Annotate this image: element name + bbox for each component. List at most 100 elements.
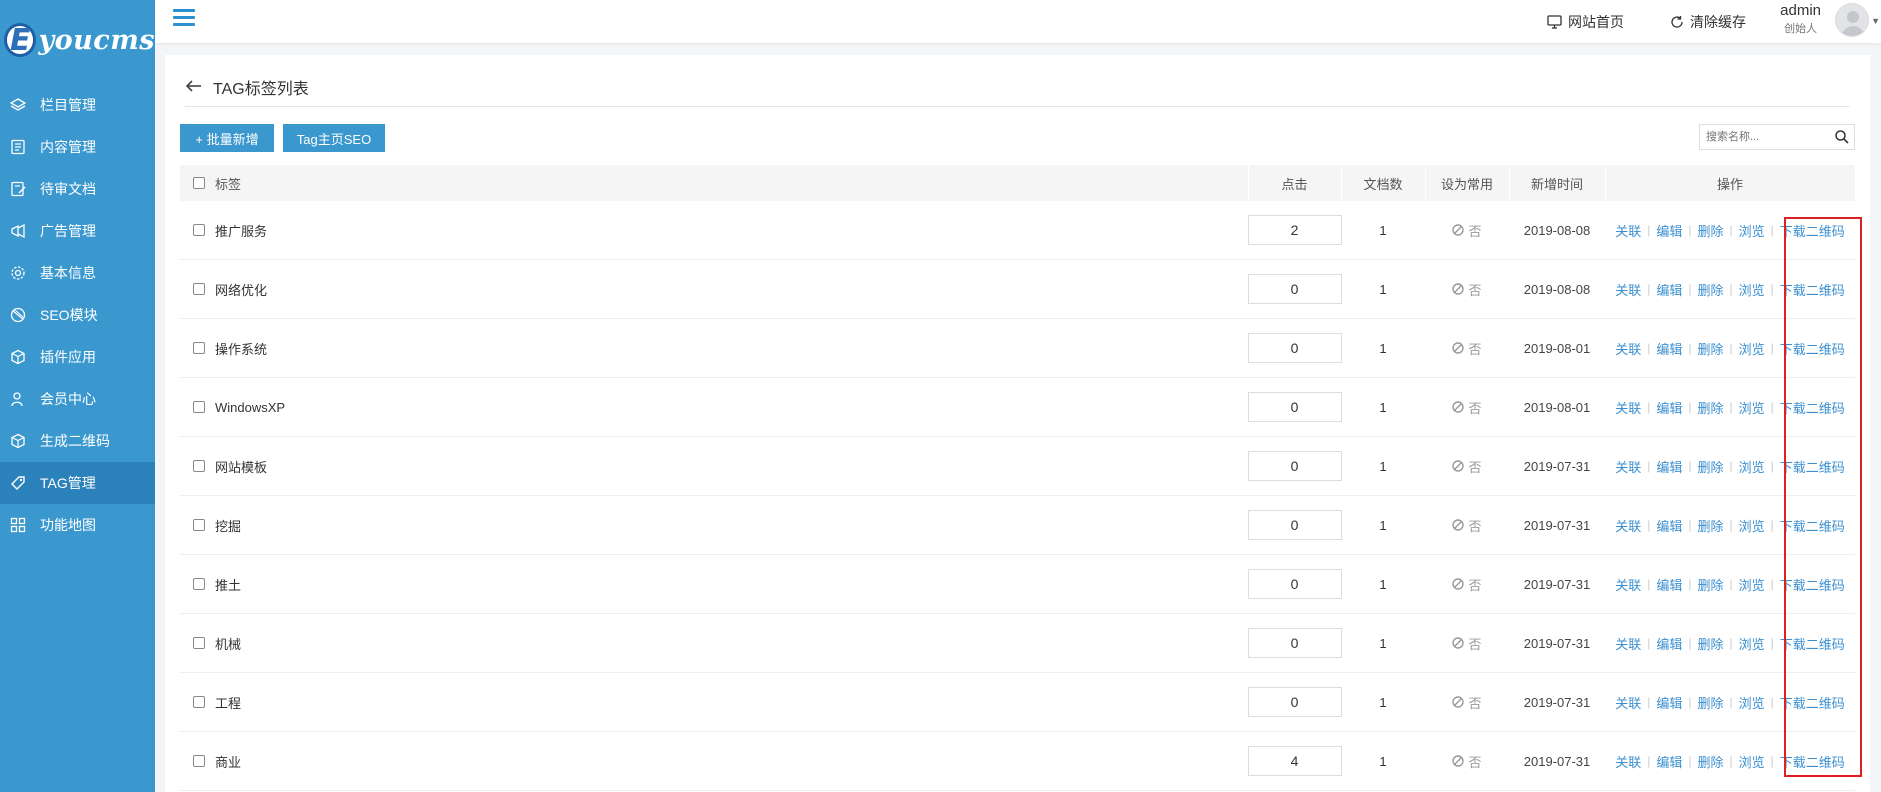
action-link[interactable]: 删除 [1697,457,1723,476]
action-link[interactable]: 下载二维码 [1780,457,1845,476]
sidebar-item-9[interactable]: TAG管理 [0,462,155,504]
action-link[interactable]: 关联 [1615,693,1641,712]
action-link[interactable]: 编辑 [1656,339,1682,358]
action-link[interactable]: 编辑 [1656,693,1682,712]
clicks-input[interactable] [1247,746,1342,776]
row-checkbox[interactable] [193,519,205,531]
action-link[interactable]: 浏览 [1739,280,1765,299]
action-link[interactable]: 浏览 [1739,457,1765,476]
sidebar-item-4[interactable]: 基本信息 [0,252,155,294]
sidebar-item-5[interactable]: SEO模块 [0,294,155,336]
action-link[interactable]: 关联 [1615,339,1641,358]
batch-add-button[interactable]: + 批量新增 [180,124,274,152]
common-toggle[interactable]: 否 [1452,752,1482,771]
search-icon[interactable] [1834,129,1850,145]
common-toggle[interactable]: 否 [1452,221,1482,240]
sidebar-item-10[interactable]: 功能地图 [0,504,155,546]
action-link[interactable]: 关联 [1615,516,1641,535]
action-link[interactable]: 下载二维码 [1780,575,1845,594]
site-home-link[interactable]: 网站首页 [1547,12,1624,32]
search-input[interactable] [1700,125,1828,149]
action-link[interactable]: 关联 [1615,457,1641,476]
tag-seo-button[interactable]: Tag主页SEO [283,124,385,152]
action-link[interactable]: 编辑 [1656,634,1682,653]
action-link[interactable]: 删除 [1697,339,1723,358]
action-link[interactable]: 编辑 [1656,516,1682,535]
clicks-input[interactable] [1247,510,1342,540]
action-link[interactable]: 删除 [1697,752,1723,771]
clear-cache-link[interactable]: 清除缓存 [1670,12,1746,32]
action-link[interactable]: 删除 [1697,398,1723,417]
action-link[interactable]: 关联 [1615,752,1641,771]
action-link[interactable]: 下载二维码 [1780,339,1845,358]
action-link[interactable]: 下载二维码 [1780,398,1845,417]
action-link[interactable]: 删除 [1697,516,1723,535]
common-toggle[interactable]: 否 [1452,575,1482,594]
action-link[interactable]: 编辑 [1656,575,1682,594]
action-link[interactable]: 浏览 [1739,693,1765,712]
action-link[interactable]: 关联 [1615,398,1641,417]
clicks-input[interactable] [1247,333,1342,363]
action-link[interactable]: 关联 [1615,221,1641,240]
action-link[interactable]: 浏览 [1739,516,1765,535]
common-toggle[interactable]: 否 [1452,339,1482,358]
action-link[interactable]: 删除 [1697,280,1723,299]
action-link[interactable]: 编辑 [1656,398,1682,417]
row-checkbox[interactable] [193,283,205,295]
row-checkbox[interactable] [193,342,205,354]
common-toggle[interactable]: 否 [1452,693,1482,712]
common-toggle[interactable]: 否 [1452,280,1482,299]
chevron-down-icon[interactable]: ▼ [1871,16,1880,26]
sidebar-item-6[interactable]: 插件应用 [0,336,155,378]
action-link[interactable]: 删除 [1697,634,1723,653]
select-all-checkbox[interactable] [193,177,205,189]
action-link[interactable]: 编辑 [1656,280,1682,299]
action-link[interactable]: 浏览 [1739,752,1765,771]
sidebar-item-7[interactable]: 会员中心 [0,378,155,420]
action-link[interactable]: 关联 [1615,280,1641,299]
row-checkbox[interactable] [193,460,205,472]
user-info[interactable]: admin 创始人 [1780,2,1821,36]
action-link[interactable]: 编辑 [1656,457,1682,476]
action-link[interactable]: 浏览 [1739,398,1765,417]
clicks-input[interactable] [1247,215,1342,245]
sidebar-item-2[interactable]: 待审文档 [0,168,155,210]
clicks-input[interactable] [1247,451,1342,481]
common-toggle[interactable]: 否 [1452,634,1482,653]
back-arrow-icon[interactable] [185,77,203,95]
action-link[interactable]: 删除 [1697,693,1723,712]
common-toggle[interactable]: 否 [1452,516,1482,535]
common-toggle[interactable]: 否 [1452,398,1482,417]
row-checkbox[interactable] [193,637,205,649]
common-toggle[interactable]: 否 [1452,457,1482,476]
menu-toggle-icon[interactable] [173,9,195,29]
row-checkbox[interactable] [193,401,205,413]
action-link[interactable]: 删除 [1697,221,1723,240]
logo[interactable]: E youcms [0,0,155,80]
clicks-input[interactable] [1247,687,1342,717]
action-link[interactable]: 浏览 [1739,339,1765,358]
clicks-input[interactable] [1247,274,1342,304]
action-link[interactable]: 下载二维码 [1780,280,1845,299]
action-link[interactable]: 编辑 [1656,221,1682,240]
action-link[interactable]: 下载二维码 [1780,634,1845,653]
row-checkbox[interactable] [193,224,205,236]
sidebar-item-8[interactable]: 生成二维码 [0,420,155,462]
clicks-input[interactable] [1247,569,1342,599]
sidebar-item-3[interactable]: 广告管理 [0,210,155,252]
action-link[interactable]: 关联 [1615,575,1641,594]
action-link[interactable]: 浏览 [1739,575,1765,594]
action-link[interactable]: 浏览 [1739,634,1765,653]
action-link[interactable]: 编辑 [1656,752,1682,771]
clicks-input[interactable] [1247,392,1342,422]
sidebar-item-1[interactable]: 内容管理 [0,126,155,168]
sidebar-item-0[interactable]: 栏目管理 [0,84,155,126]
clicks-input[interactable] [1247,628,1342,658]
action-link[interactable]: 下载二维码 [1780,221,1845,240]
action-link[interactable]: 下载二维码 [1780,516,1845,535]
row-checkbox[interactable] [193,578,205,590]
row-checkbox[interactable] [193,755,205,767]
avatar[interactable] [1835,3,1869,37]
row-checkbox[interactable] [193,696,205,708]
action-link[interactable]: 删除 [1697,575,1723,594]
